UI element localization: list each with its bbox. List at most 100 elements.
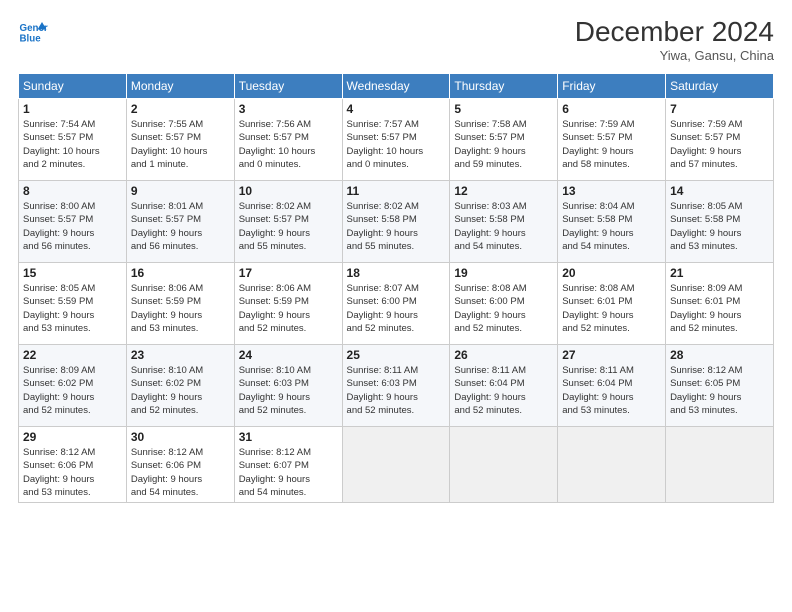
day-info: Sunrise: 8:04 AMSunset: 5:58 PMDaylight:… bbox=[562, 200, 661, 253]
day-number: 1 bbox=[23, 102, 122, 116]
logo-icon: General Blue bbox=[18, 16, 48, 46]
calendar-cell: 27Sunrise: 8:11 AMSunset: 6:04 PMDayligh… bbox=[558, 345, 666, 427]
day-number: 16 bbox=[131, 266, 230, 280]
calendar-cell: 4Sunrise: 7:57 AMSunset: 5:57 PMDaylight… bbox=[342, 99, 450, 181]
calendar: SundayMondayTuesdayWednesdayThursdayFrid… bbox=[18, 73, 774, 503]
day-number: 31 bbox=[239, 430, 338, 444]
day-info: Sunrise: 8:06 AMSunset: 5:59 PMDaylight:… bbox=[239, 282, 338, 335]
calendar-cell: 12 Sunrise: 8:03 AMSunset: 5:58 PMDayligh… bbox=[450, 181, 558, 263]
calendar-cell: 26 Sunrise: 8:11 AMSunset: 6:04 PMDayligh… bbox=[450, 345, 558, 427]
calendar-cell: 29Sunrise: 8:12 AMSunset: 6:06 PMDayligh… bbox=[19, 427, 127, 503]
calendar-cell: 31 Sunrise: 8:12 AMSunset: 6:07 PMDayligh… bbox=[234, 427, 342, 503]
day-number: 3 bbox=[239, 102, 338, 116]
calendar-cell: 17 Sunrise: 8:06 AMSunset: 5:59 PMDayligh… bbox=[234, 263, 342, 345]
day-info: Sunrise: 8:10 AMSunset: 6:02 PMDaylight:… bbox=[131, 364, 230, 417]
day-number: 25 bbox=[347, 348, 446, 362]
day-info: Sunrise: 7:55 AMSunset: 5:57 PMDaylight:… bbox=[131, 118, 230, 171]
day-info: Sunrise: 8:12 AMSunset: 6:06 PMDaylight:… bbox=[23, 446, 122, 499]
day-info: Sunrise: 8:02 AMSunset: 5:57 PMDaylight:… bbox=[239, 200, 338, 253]
day-number: 27 bbox=[562, 348, 661, 362]
calendar-cell: 13 Sunrise: 8:04 AMSunset: 5:58 PMDayligh… bbox=[558, 181, 666, 263]
day-info: Sunrise: 8:08 AMSunset: 6:00 PMDaylight:… bbox=[454, 282, 553, 335]
day-info: Sunrise: 8:08 AMSunset: 6:01 PMDaylight:… bbox=[562, 282, 661, 335]
day-info: Sunrise: 8:12 AMSunset: 6:07 PMDaylight:… bbox=[239, 446, 338, 499]
day-info: Sunrise: 8:06 AMSunset: 5:59 PMDaylight:… bbox=[131, 282, 230, 335]
calendar-cell: 25 Sunrise: 8:11 AMSunset: 6:03 PMDayligh… bbox=[342, 345, 450, 427]
title-area: December 2024 Yiwa, Gansu, China bbox=[575, 16, 774, 63]
day-number: 7 bbox=[670, 102, 769, 116]
calendar-cell: 9 Sunrise: 8:01 AMSunset: 5:57 PMDaylight… bbox=[126, 181, 234, 263]
calendar-cell: 20 Sunrise: 8:08 AMSunset: 6:01 PMDayligh… bbox=[558, 263, 666, 345]
calendar-cell: 14Sunrise: 8:05 AMSunset: 5:58 PMDayligh… bbox=[666, 181, 774, 263]
day-info: Sunrise: 8:09 AMSunset: 6:01 PMDaylight:… bbox=[670, 282, 769, 335]
day-info: Sunrise: 8:02 AMSunset: 5:58 PMDaylight:… bbox=[347, 200, 446, 253]
calendar-cell: 7 Sunrise: 7:59 AMSunset: 5:57 PMDaylight… bbox=[666, 99, 774, 181]
weekday-header-thursday: Thursday bbox=[450, 74, 558, 99]
calendar-cell: 30 Sunrise: 8:12 AMSunset: 6:06 PMDayligh… bbox=[126, 427, 234, 503]
day-number: 2 bbox=[131, 102, 230, 116]
calendar-cell: 24Sunrise: 8:10 AMSunset: 6:03 PMDayligh… bbox=[234, 345, 342, 427]
calendar-cell bbox=[666, 427, 774, 503]
day-number: 20 bbox=[562, 266, 661, 280]
day-info: Sunrise: 8:12 AMSunset: 6:06 PMDaylight:… bbox=[131, 446, 230, 499]
calendar-cell: 18 Sunrise: 8:07 AMSunset: 6:00 PMDayligh… bbox=[342, 263, 450, 345]
day-info: Sunrise: 8:03 AMSunset: 5:58 PMDaylight:… bbox=[454, 200, 553, 253]
day-number: 5 bbox=[454, 102, 553, 116]
day-number: 18 bbox=[347, 266, 446, 280]
day-info: Sunrise: 8:12 AMSunset: 6:05 PMDaylight:… bbox=[670, 364, 769, 417]
logo: General Blue bbox=[18, 16, 52, 46]
calendar-cell: 1 Sunrise: 7:54 AMSunset: 5:57 PMDaylight… bbox=[19, 99, 127, 181]
day-number: 10 bbox=[239, 184, 338, 198]
day-info: Sunrise: 8:11 AMSunset: 6:04 PMDaylight:… bbox=[454, 364, 553, 417]
day-number: 24 bbox=[239, 348, 338, 362]
day-number: 19 bbox=[454, 266, 553, 280]
day-info: Sunrise: 8:05 AMSunset: 5:58 PMDaylight:… bbox=[670, 200, 769, 253]
day-number: 6 bbox=[562, 102, 661, 116]
weekday-header-tuesday: Tuesday bbox=[234, 74, 342, 99]
calendar-cell: 8 Sunrise: 8:00 AMSunset: 5:57 PMDaylight… bbox=[19, 181, 127, 263]
calendar-cell: 22 Sunrise: 8:09 AMSunset: 6:02 PMDayligh… bbox=[19, 345, 127, 427]
calendar-cell: 3 Sunrise: 7:56 AMSunset: 5:57 PMDaylight… bbox=[234, 99, 342, 181]
day-info: Sunrise: 8:01 AMSunset: 5:57 PMDaylight:… bbox=[131, 200, 230, 253]
day-info: Sunrise: 8:07 AMSunset: 6:00 PMDaylight:… bbox=[347, 282, 446, 335]
weekday-header-sunday: Sunday bbox=[19, 74, 127, 99]
day-number: 21 bbox=[670, 266, 769, 280]
calendar-cell bbox=[342, 427, 450, 503]
day-number: 9 bbox=[131, 184, 230, 198]
day-info: Sunrise: 8:11 AMSunset: 6:03 PMDaylight:… bbox=[347, 364, 446, 417]
calendar-cell: 2 Sunrise: 7:55 AMSunset: 5:57 PMDaylight… bbox=[126, 99, 234, 181]
day-number: 17 bbox=[239, 266, 338, 280]
calendar-cell: 10 Sunrise: 8:02 AMSunset: 5:57 PMDayligh… bbox=[234, 181, 342, 263]
weekday-header-friday: Friday bbox=[558, 74, 666, 99]
day-number: 13 bbox=[562, 184, 661, 198]
day-info: Sunrise: 7:59 AMSunset: 5:57 PMDaylight:… bbox=[562, 118, 661, 171]
day-number: 22 bbox=[23, 348, 122, 362]
day-number: 8 bbox=[23, 184, 122, 198]
calendar-cell: 28 Sunrise: 8:12 AMSunset: 6:05 PMDayligh… bbox=[666, 345, 774, 427]
day-info: Sunrise: 7:54 AMSunset: 5:57 PMDaylight:… bbox=[23, 118, 122, 171]
day-number: 4 bbox=[347, 102, 446, 116]
day-number: 30 bbox=[131, 430, 230, 444]
svg-text:Blue: Blue bbox=[20, 34, 42, 45]
day-info: Sunrise: 7:59 AMSunset: 5:57 PMDaylight:… bbox=[670, 118, 769, 171]
calendar-cell bbox=[558, 427, 666, 503]
month-title: December 2024 bbox=[575, 16, 774, 48]
day-info: Sunrise: 8:00 AMSunset: 5:57 PMDaylight:… bbox=[23, 200, 122, 253]
weekday-header-wednesday: Wednesday bbox=[342, 74, 450, 99]
page: General Blue December 2024 Yiwa, Gansu, … bbox=[0, 0, 792, 612]
day-info: Sunrise: 8:09 AMSunset: 6:02 PMDaylight:… bbox=[23, 364, 122, 417]
day-info: Sunrise: 7:56 AMSunset: 5:57 PMDaylight:… bbox=[239, 118, 338, 171]
location: Yiwa, Gansu, China bbox=[575, 48, 774, 63]
calendar-cell: 23Sunrise: 8:10 AMSunset: 6:02 PMDayligh… bbox=[126, 345, 234, 427]
calendar-cell: 11Sunrise: 8:02 AMSunset: 5:58 PMDayligh… bbox=[342, 181, 450, 263]
day-number: 28 bbox=[670, 348, 769, 362]
calendar-cell: 21 Sunrise: 8:09 AMSunset: 6:01 PMDayligh… bbox=[666, 263, 774, 345]
calendar-cell: 6 Sunrise: 7:59 AMSunset: 5:57 PMDaylight… bbox=[558, 99, 666, 181]
calendar-cell: 15Sunrise: 8:05 AMSunset: 5:59 PMDayligh… bbox=[19, 263, 127, 345]
calendar-cell: 19 Sunrise: 8:08 AMSunset: 6:00 PMDayligh… bbox=[450, 263, 558, 345]
weekday-header-monday: Monday bbox=[126, 74, 234, 99]
day-number: 12 bbox=[454, 184, 553, 198]
day-info: Sunrise: 7:58 AMSunset: 5:57 PMDaylight:… bbox=[454, 118, 553, 171]
calendar-cell bbox=[450, 427, 558, 503]
day-number: 26 bbox=[454, 348, 553, 362]
